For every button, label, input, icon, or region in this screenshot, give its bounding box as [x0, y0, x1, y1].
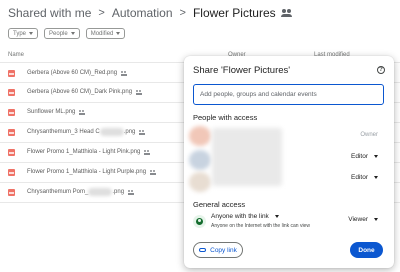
role-dropdown[interactable]: Editor — [351, 174, 378, 181]
link-icon — [199, 248, 207, 252]
copy-link-button[interactable]: Copy link — [193, 242, 243, 258]
avatar — [189, 172, 211, 192]
avatar — [189, 126, 211, 146]
shared-folder-icon — [280, 9, 292, 17]
role-label: Viewer — [348, 216, 368, 223]
help-icon[interactable]: ? — [377, 66, 385, 74]
general-access-heading: General access — [193, 200, 246, 209]
breadcrumb-separator: > — [98, 7, 105, 19]
role-dropdown[interactable]: Editor — [351, 153, 378, 160]
redacted-names — [212, 128, 282, 186]
share-dialog: Share 'Flower Pictures' ? People with ac… — [184, 56, 394, 268]
access-level-label: Anyone with the link — [211, 213, 269, 220]
access-description: Anyone on the Internet with the link can… — [211, 223, 310, 229]
globe-icon — [193, 215, 206, 228]
caret-down-icon — [374, 155, 378, 158]
caret-down-icon — [374, 176, 378, 179]
role-label: Editor — [351, 153, 368, 160]
done-button[interactable]: Done — [350, 242, 383, 258]
caret-down-icon — [274, 215, 279, 218]
people-with-access-heading: People with access — [193, 113, 258, 122]
breadcrumb-shared-with-me[interactable]: Shared with me — [8, 6, 91, 20]
caret-down-icon — [374, 218, 378, 221]
dialog-title: Share 'Flower Pictures' — [193, 65, 291, 76]
general-access-dropdown[interactable]: Anyone with the link — [211, 213, 279, 220]
add-people-input[interactable] — [193, 84, 384, 105]
breadcrumb-automation[interactable]: Automation — [112, 6, 173, 20]
breadcrumb: Shared with me > Automation > Flower Pic… — [8, 5, 292, 21]
breadcrumb-separator: > — [179, 7, 186, 19]
owner-label: Owner — [360, 132, 378, 138]
copy-link-label: Copy link — [210, 246, 237, 254]
breadcrumb-current-folder[interactable]: Flower Pictures — [193, 6, 276, 20]
link-role-dropdown[interactable]: Viewer — [348, 216, 378, 223]
avatar — [189, 150, 211, 170]
role-label: Editor — [351, 174, 368, 181]
